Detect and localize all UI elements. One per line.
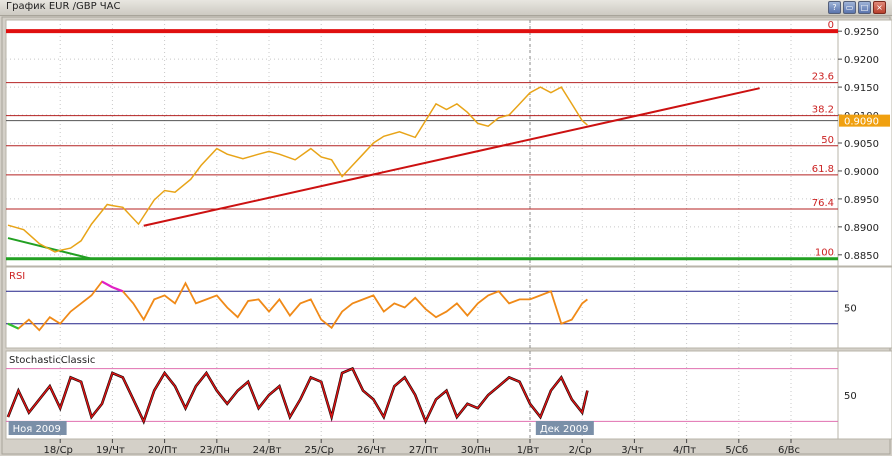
x-axis-label-9: 1/Вт bbox=[517, 445, 540, 456]
rsi-panel bbox=[5, 266, 839, 349]
x-axis-label-2: 20/Пт bbox=[148, 445, 178, 456]
x-axis-label-6: 26/Чт bbox=[357, 445, 386, 456]
chart-canvas[interactable]: 0 23.6 38.2 50 61.8 76.4 100 0.9250 0.9200 0.9150… bbox=[0, 15, 892, 456]
fib-label-1: 23.6 bbox=[812, 72, 834, 83]
rsi-axis-label: 50 bbox=[844, 304, 857, 315]
current-price-label: 0.9090 bbox=[844, 117, 879, 128]
month-label-1: Дек 2009 bbox=[540, 424, 589, 435]
x-axis-label-13: 5/Сб bbox=[725, 445, 748, 456]
price-axis-label-1: 0.9200 bbox=[844, 55, 879, 66]
x-axis-label-10: 2/Ср bbox=[569, 445, 592, 456]
fib-label-0: 0 bbox=[828, 20, 834, 31]
fib-label-4: 61.8 bbox=[812, 164, 834, 175]
title-bar[interactable]: График EUR /GBP ЧАС ? ▭ □ × bbox=[0, 0, 892, 16]
window-minimize-button[interactable]: ▭ bbox=[843, 1, 856, 14]
x-axis-label-5: 25/Ср bbox=[304, 445, 333, 456]
x-axis-label-11: 3/Чт bbox=[621, 445, 644, 456]
price-axis-label-5: 0.9000 bbox=[844, 167, 879, 178]
x-axis-label-0: 18/Ср bbox=[43, 445, 72, 456]
window-help-button[interactable]: ? bbox=[828, 1, 841, 14]
window-close-button[interactable]: × bbox=[873, 1, 886, 14]
price-axis-label-8: 0.8850 bbox=[844, 251, 879, 262]
x-axis-label-4: 24/Вт bbox=[253, 445, 282, 456]
rsi-title: RSI bbox=[9, 271, 25, 282]
price-axis-label-4: 0.9050 bbox=[844, 139, 879, 150]
x-axis-label-12: 4/Пт bbox=[673, 445, 696, 456]
price-axis-label-6: 0.8950 bbox=[844, 195, 879, 206]
fib-label-6: 100 bbox=[815, 248, 834, 259]
window-title: График EUR /GBP ЧАС bbox=[6, 1, 121, 12]
x-axis-label-8: 30/Пн bbox=[461, 445, 491, 456]
price-axis-label-7: 0.8900 bbox=[844, 223, 879, 234]
fib-label-5: 76.4 bbox=[812, 198, 834, 209]
window-maximize-button[interactable]: □ bbox=[858, 1, 871, 14]
stochastic-axis-label: 50 bbox=[844, 391, 857, 402]
x-axis-label-14: 6/Вс bbox=[778, 445, 800, 456]
x-axis-label-1: 19/Чт bbox=[96, 445, 125, 456]
stochastic-title: StochasticClassic bbox=[9, 355, 95, 366]
fib-label-2: 38.2 bbox=[812, 105, 834, 116]
x-axis-label-7: 27/Пт bbox=[409, 445, 439, 456]
fib-label-3: 50 bbox=[821, 135, 834, 146]
price-axis-label-0: 0.9250 bbox=[844, 27, 879, 38]
x-axis-label-3: 23/Пн bbox=[200, 445, 230, 456]
chart-window: График EUR /GBP ЧАС ? ▭ □ × 0 23.6 38.2 50 6… bbox=[0, 0, 892, 456]
price-axis-label-2: 0.9150 bbox=[844, 83, 879, 94]
month-label-0: Ноя 2009 bbox=[13, 424, 61, 435]
